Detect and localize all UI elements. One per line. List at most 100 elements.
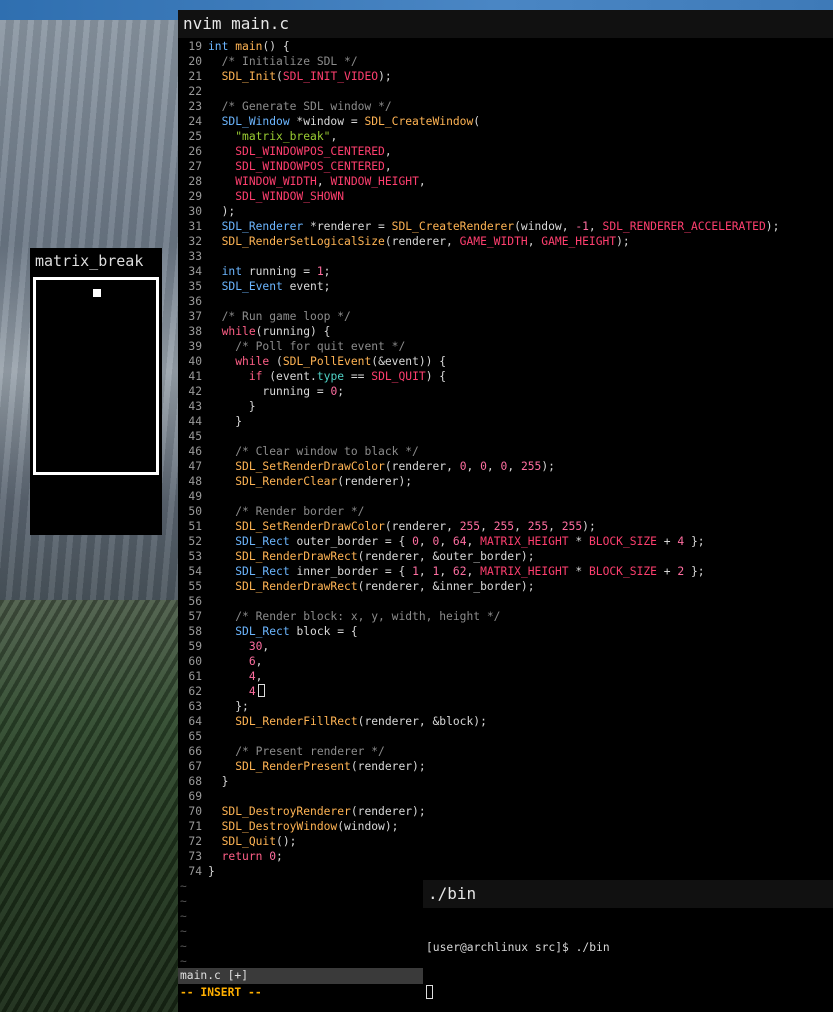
line-number: 29 [188,190,202,203]
code-line[interactable]: 45 [178,429,833,444]
code-line[interactable]: 19 int main() { [178,39,833,54]
code-line[interactable]: 65 [178,729,833,744]
code-token: SDL_Rect [235,625,290,638]
nvim-window-title[interactable]: nvim main.c [178,10,833,38]
code-line[interactable]: 28 WINDOW_WIDTH, WINDOW_HEIGHT, [178,174,833,189]
game-window-title[interactable]: matrix_break [30,248,162,274]
code-line[interactable]: 31 SDL_Renderer *renderer = SDL_CreateRe… [178,219,833,234]
line-number: 20 [188,55,202,68]
code-line[interactable]: 67 SDL_RenderPresent(renderer); [178,759,833,774]
code-line[interactable]: 43 } [178,399,833,414]
code-line[interactable]: 56 [178,594,833,609]
game-canvas[interactable] [30,274,162,535]
code-line[interactable]: 33 [178,249,833,264]
code-token: 62 [452,565,467,578]
nvim-terminal-window[interactable]: nvim main.c 19 int main() {20 /* Initiali… [178,10,833,1012]
code-line[interactable]: 70 SDL_DestroyRenderer(renderer); [178,804,833,819]
code-token: , [466,460,481,473]
code-line[interactable]: 51 SDL_SetRenderDrawColor(renderer, 255,… [178,519,833,534]
code-token: /* Render border */ [235,505,365,518]
code-line[interactable]: 42 running = 0; [178,384,833,399]
code-token: -1 [575,220,589,233]
code-line[interactable]: 29 SDL_WINDOW_SHOWN [178,189,833,204]
code-line[interactable]: 49 [178,489,833,504]
code-line[interactable]: 54 SDL_Rect inner_border = { 1, 1, 62, M… [178,564,833,579]
code-line[interactable]: 71 SDL_DestroyWindow(window); [178,819,833,834]
code-token: , [418,175,426,188]
code-token: 1 [412,565,419,578]
code-line[interactable]: 61 4, [178,669,833,684]
code-line[interactable]: 35 SDL_Event event; [178,279,833,294]
code-token: (renderer, [384,235,460,248]
code-line[interactable]: 24 SDL_Window *window = SDL_CreateWindow… [178,114,833,129]
code-line[interactable]: 44 } [178,414,833,429]
code-line[interactable]: 48 SDL_RenderClear(renderer); [178,474,833,489]
code-token: } [208,400,256,413]
line-number: 31 [188,220,202,233]
code-line[interactable]: 72 SDL_Quit(); [178,834,833,849]
code-token: + [656,565,678,578]
code-line[interactable]: 37 /* Run game loop */ [178,309,833,324]
code-line[interactable]: 52 SDL_Rect outer_border = { 0, 0, 64, M… [178,534,833,549]
code-line[interactable]: 41 if (event.type == SDL_QUIT) { [178,369,833,384]
game-window[interactable]: matrix_break [30,248,162,535]
code-token: ( [473,115,481,128]
code-token: , [588,220,603,233]
code-token: 6 [248,655,256,668]
code-line[interactable]: 59 30, [178,639,833,654]
code-token: ; [276,850,283,863]
code-editor[interactable]: 19 int main() {20 /* Initialize SDL */21 … [178,39,833,969]
code-line[interactable]: 20 /* Initialize SDL */ [178,54,833,69]
code-line[interactable]: 25 "matrix_break", [178,129,833,144]
code-line[interactable]: 47 SDL_SetRenderDrawColor(renderer, 0, 0… [178,459,833,474]
code-line[interactable]: 68 } [178,774,833,789]
code-line[interactable]: 53 SDL_RenderDrawRect(renderer, &outer_b… [178,549,833,564]
code-line[interactable]: 36 [178,294,833,309]
code-token: SDL_Rect [235,565,290,578]
code-line[interactable]: 50 /* Render border */ [178,504,833,519]
code-line[interactable]: 73 return 0; [178,849,833,864]
code-line[interactable]: 22 [178,84,833,99]
code-line[interactable]: 27 SDL_WINDOWPOS_CENTERED, [178,159,833,174]
code-line[interactable]: 58 SDL_Rect block = { [178,624,833,639]
code-line[interactable]: 46 /* Clear window to black */ [178,444,833,459]
code-line[interactable]: 63 }; [178,699,833,714]
code-line[interactable]: 64 SDL_RenderFillRect(renderer, &block); [178,714,833,729]
code-line[interactable]: 74} [178,864,833,879]
code-line[interactable]: 60 6, [178,654,833,669]
code-line[interactable]: 21 SDL_Init(SDL_INIT_VIDEO); [178,69,833,84]
bin-window-title[interactable]: ./bin [423,880,833,908]
code-line[interactable]: 38 while(running) { [178,324,833,339]
code-line[interactable]: 40 while (SDL_PollEvent(&event)) { [178,354,833,369]
line-number: 60 [188,655,202,668]
code-token: == [344,370,372,383]
code-line[interactable]: 30 ); [178,204,833,219]
code-line[interactable]: 34 int running = 1; [178,264,833,279]
code-token: while [221,325,256,338]
code-line[interactable]: 57 /* Render block: x, y, width, height … [178,609,833,624]
code-token: inner_border = { [289,565,413,578]
code-token: , [514,520,528,533]
bin-terminal-output[interactable]: [user@archlinux src]$ ./bin [423,908,833,1012]
code-token: running = [242,265,317,278]
code-token: 255 [561,520,583,533]
code-line[interactable]: 62 4 [178,684,833,699]
code-token: , [480,520,494,533]
code-token: (renderer, &outer_border); [357,550,535,563]
code-line[interactable]: 69 [178,789,833,804]
bin-terminal-window[interactable]: ./bin [user@archlinux src]$ ./bin [423,880,833,1012]
code-token: ); [582,520,596,533]
line-number: 53 [188,550,202,563]
line-number: 62 [188,685,202,698]
code-line[interactable]: 23 /* Generate SDL window */ [178,99,833,114]
code-line[interactable]: 55 SDL_RenderDrawRect(renderer, &inner_b… [178,579,833,594]
code-line[interactable]: 39 /* Poll for quit event */ [178,339,833,354]
code-line[interactable]: 66 /* Present renderer */ [178,744,833,759]
code-line[interactable]: 32 SDL_RenderSetLogicalSize(renderer, GA… [178,234,833,249]
code-line[interactable]: 26 SDL_WINDOWPOS_CENTERED, [178,144,833,159]
line-number: 38 [188,325,202,338]
